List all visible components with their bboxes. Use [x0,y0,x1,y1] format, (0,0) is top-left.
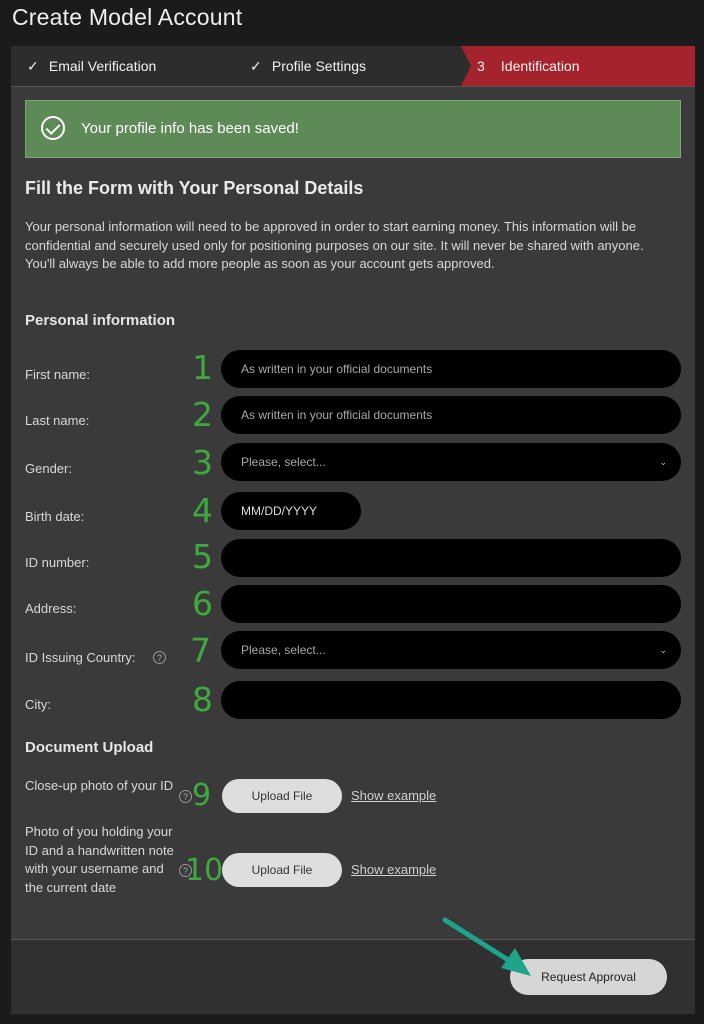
show-example-link[interactable]: Show example [351,788,436,803]
birth-date-input[interactable] [221,492,361,530]
check-circle-icon [41,116,65,140]
checkmark-icon: ✓ [27,58,39,74]
closeup-photo-label: Close-up photo of your ID [25,778,174,793]
step-label: Email Verification [48,58,157,74]
select-value: Please, select... [241,455,326,469]
step-number: 3 [477,58,485,74]
request-approval-button[interactable]: Request Approval [510,959,667,995]
chevron-down-icon: ⌄ [659,457,667,467]
address-input[interactable] [221,585,681,623]
step-email-verification[interactable]: ✓ Email Verification [27,46,156,86]
annotation-number: 9 [192,778,212,813]
success-alert: Your profile info has been saved! [25,100,681,158]
chevron-down-icon: ⌄ [659,645,667,655]
step-profile-settings[interactable]: ✓ Profile Settings [250,46,366,86]
step-label: Identification [500,58,580,74]
form-title: Fill the Form with Your Personal Details [25,178,364,198]
annotation-number: 4 [192,491,213,530]
holding-photo-label: Photo of you holding your ID and a handw… [25,824,174,895]
last-name-label: Last name: [25,413,90,428]
show-example-link[interactable]: Show example [351,862,436,877]
annotation-number: 10 [185,853,224,888]
personal-info-title: Personal information [25,312,176,329]
create-account-modal: ✓ Email Verification ✓ Profile Settings … [11,46,695,1014]
step-identification[interactable]: 3 Identification [461,46,695,86]
step-progress-bar: ✓ Email Verification ✓ Profile Settings … [11,46,695,86]
address-label: Address: [25,601,77,616]
form-description: Your personal information will need to b… [25,218,681,274]
annotation-number: 5 [192,537,213,576]
id-number-label: ID number: [25,555,90,570]
description-paragraph: Your personal information will need to b… [25,219,644,253]
first-name-label: First name: [25,367,91,382]
help-icon[interactable]: ? [179,790,192,803]
description-paragraph: You'll always be able to add more people… [25,256,495,271]
id-number-input[interactable] [221,539,681,577]
city-input[interactable] [221,681,681,719]
first-name-input[interactable] [221,350,681,388]
gender-select[interactable]: Please, select... ⌄ [221,443,681,481]
annotation-number: 1 [192,348,213,387]
last-name-input[interactable] [221,396,681,434]
annotation-number: 2 [192,395,213,434]
upload-closeup-button[interactable]: Upload File [222,779,342,813]
upload-holding-button[interactable]: Upload File [222,853,342,887]
annotation-number: 3 [192,443,213,482]
annotation-number: 8 [192,680,213,719]
id-country-label: ID Issuing Country: [25,650,136,665]
help-icon[interactable]: ? [153,651,166,664]
id-country-select[interactable]: Please, select... ⌄ [221,631,681,669]
divider [11,86,695,87]
birth-date-label: Birth date: [25,509,85,524]
checkmark-icon: ✓ [250,58,262,74]
gender-label: Gender: [25,461,72,476]
alert-text: Your profile info has been saved! [81,120,299,137]
page-title: Create Model Account [12,4,243,30]
document-upload-title: Document Upload [25,739,154,756]
select-value: Please, select... [241,643,326,657]
annotation-number: 6 [192,584,213,623]
annotation-number: 7 [190,631,211,670]
step-label: Profile Settings [271,58,367,74]
city-label: City: [25,697,51,712]
